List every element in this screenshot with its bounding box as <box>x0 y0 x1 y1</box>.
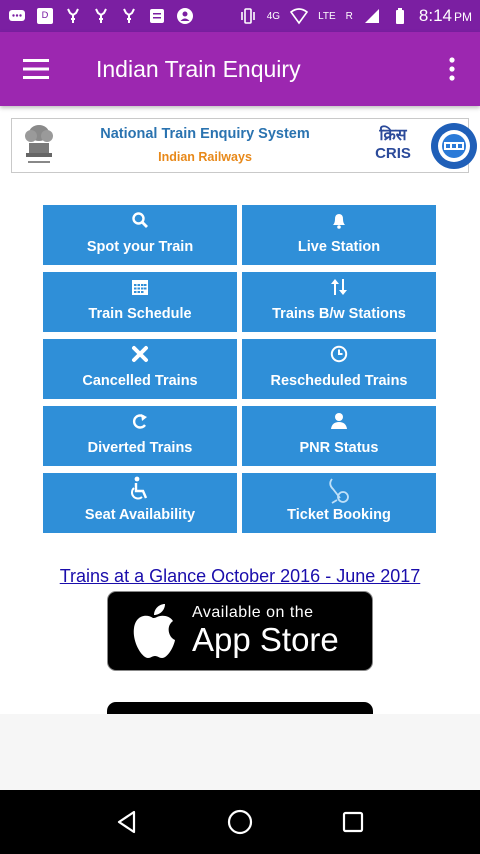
account-icon <box>177 8 193 24</box>
battery-icon <box>395 8 404 24</box>
home-button[interactable] <box>220 802 260 842</box>
home-circle-icon <box>227 809 253 835</box>
system-nav-bar <box>0 790 480 854</box>
lte-label: LTE <box>318 10 336 22</box>
app-bar: Indian Train Enquiry <box>0 32 480 106</box>
vibrate-icon <box>240 8 255 24</box>
tile-spot-your-train[interactable]: Spot your Train <box>43 205 237 265</box>
back-button[interactable] <box>107 802 147 842</box>
app-title: Indian Train Enquiry <box>96 55 301 82</box>
cris-hindi-label: क्रिस <box>379 125 407 144</box>
network-type-label: 4G <box>266 10 281 22</box>
signal-icon <box>364 9 379 23</box>
tile-label: Cancelled Trains <box>82 373 198 389</box>
booking-icon <box>326 476 352 504</box>
redo-arrow-icon <box>130 411 150 431</box>
wheelchair-icon <box>129 476 151 502</box>
tile-seat-availability[interactable]: Seat Availability <box>43 473 237 533</box>
status-bar: D 4G LTE R 8:14 PM <box>0 0 480 32</box>
recents-square-icon <box>343 811 364 833</box>
notification-icons: D <box>8 7 194 25</box>
message-icon <box>9 10 25 21</box>
deer-icon <box>67 8 79 23</box>
apple-icon <box>133 604 175 658</box>
tile-label: Rescheduled Trains <box>270 373 408 389</box>
tile-live-station[interactable]: Live Station <box>242 205 436 265</box>
roaming-label: R <box>345 10 353 22</box>
tile-cancelled-trains[interactable]: Cancelled Trains <box>43 339 237 399</box>
app-store-text: Available on the App Store <box>192 604 339 658</box>
deer-icon <box>95 8 107 23</box>
arrows-updown-icon <box>329 277 349 297</box>
app-store-big-label: App Store <box>192 621 339 658</box>
tile-pnr-status[interactable]: PNR Status <box>242 406 436 466</box>
tile-diverted-trains[interactable]: Diverted Trains <box>43 406 237 466</box>
close-icon <box>130 344 150 364</box>
more-vert-icon <box>449 57 455 81</box>
cris-logo-icon <box>431 123 477 169</box>
clock: 8:14 PM <box>418 6 472 25</box>
app-store-small-label: Available on the <box>192 604 314 621</box>
wifi-icon <box>290 8 309 25</box>
tile-label: Trains B/w Stations <box>272 306 406 322</box>
app-store-badge[interactable]: Available on the App Store <box>107 591 373 671</box>
cris-wordmark: क्रिस CRIS <box>364 125 422 169</box>
deer-icon <box>123 8 135 23</box>
svg-text:D: D <box>42 11 49 21</box>
trains-at-a-glance-link[interactable]: Trains at a Glance October 2016 - June 2… <box>0 566 480 587</box>
notes-icon <box>150 9 164 23</box>
back-triangle-icon <box>117 810 135 834</box>
tile-rescheduled-trains[interactable]: Rescheduled Trains <box>242 339 436 399</box>
tile-label: Diverted Trains <box>87 440 193 456</box>
user-icon <box>329 411 349 431</box>
search-icon <box>130 210 150 230</box>
tile-train-schedule[interactable]: Train Schedule <box>43 272 237 332</box>
tile-trains-between-stations[interactable]: Trains B/w Stations <box>242 272 436 332</box>
cris-english-label: CRIS <box>375 145 411 162</box>
overflow-menu-button[interactable] <box>424 32 480 106</box>
news-icon: D <box>37 8 53 24</box>
system-icons: 4G LTE R 8:14 PM <box>239 6 472 26</box>
tile-label: Live Station <box>297 239 381 255</box>
tile-label: PNR Status <box>299 440 379 456</box>
tile-label: Ticket Booking <box>287 507 391 523</box>
footer-area <box>0 714 480 790</box>
tile-label: Train Schedule <box>88 306 192 322</box>
ntes-banner: National Train Enquiry System Indian Rai… <box>11 118 477 173</box>
clock-icon <box>329 344 349 364</box>
tile-ticket-booking[interactable]: Ticket Booking <box>242 473 436 533</box>
tile-label: Seat Availability <box>84 507 196 523</box>
enquiry-menu-grid: Spot your Train Live Station Train Sched… <box>43 205 436 533</box>
calendar-icon <box>130 277 150 297</box>
bell-icon <box>329 210 349 230</box>
hamburger-icon <box>23 59 49 79</box>
menu-button[interactable] <box>0 32 72 106</box>
tile-label: Spot your Train <box>86 239 194 255</box>
recents-button[interactable] <box>333 802 373 842</box>
